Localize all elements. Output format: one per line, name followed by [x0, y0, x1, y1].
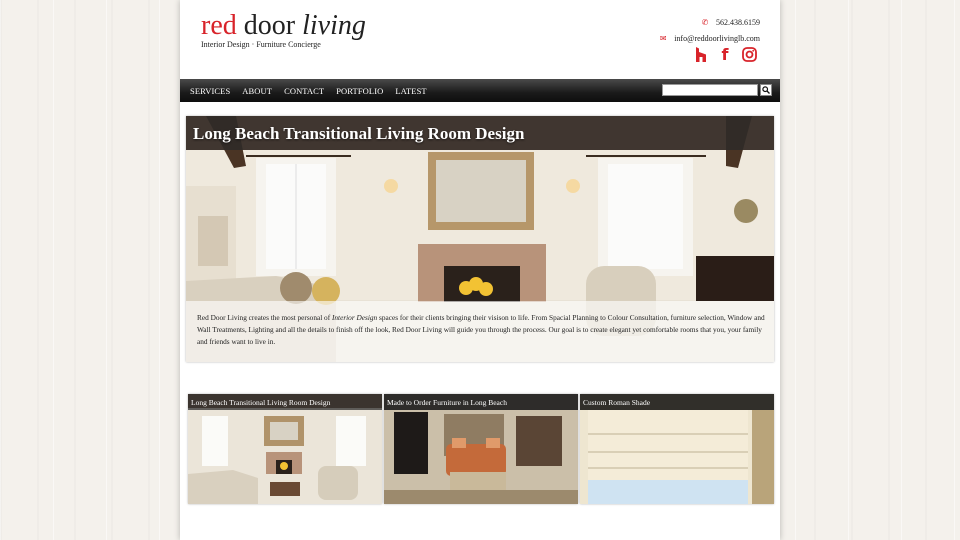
- thumbnail-image: [188, 394, 382, 504]
- thumbnail-title-bar: Custom Roman Shade: [580, 394, 774, 410]
- instagram-icon[interactable]: [741, 46, 757, 63]
- thumbnail-card[interactable]: Custom Roman Shade: [580, 394, 774, 504]
- phone-row[interactable]: ✆ 562.438.6159: [658, 17, 760, 33]
- search-button[interactable]: [760, 84, 772, 96]
- email-address: info@reddoorlivinglb.com: [674, 34, 760, 43]
- thumbnail-image: [384, 394, 578, 504]
- facebook-icon[interactable]: f: [717, 45, 733, 64]
- nav-item-latest[interactable]: LATEST: [395, 86, 426, 96]
- thumbnail-image: [580, 394, 774, 504]
- logo-word-living: living: [302, 10, 366, 41]
- phone-icon: ✆: [701, 18, 709, 27]
- houzz-icon[interactable]: [693, 46, 709, 63]
- logo-text: red door living: [201, 10, 366, 42]
- search-form: [662, 84, 772, 96]
- thumbnail-card[interactable]: Made to Order Furniture in Long Beach: [384, 394, 578, 504]
- hero-title-bar: Long Beach Transitional Living Room Desi…: [186, 116, 774, 150]
- hero-description-box: Red Door Living creates the most persona…: [186, 301, 774, 362]
- envelope-icon: ✉: [659, 34, 667, 43]
- thumbnail-title: Made to Order Furniture in Long Beach: [387, 398, 507, 407]
- hero-slide[interactable]: Long Beach Transitional Living Room Desi…: [186, 116, 774, 362]
- page-container: red door living Interior Design · Furnit…: [180, 0, 780, 540]
- thumbnail-title-bar: Made to Order Furniture in Long Beach: [384, 394, 578, 410]
- main-nav: SERVICES ABOUT CONTACT PORTFOLIO LATEST: [180, 79, 780, 102]
- search-icon: [762, 86, 770, 94]
- logo-word-door: door: [243, 10, 296, 41]
- nav-item-about[interactable]: ABOUT: [242, 86, 272, 96]
- hero-description-part-1: Red Door Living creates the most persona…: [197, 313, 332, 322]
- logo[interactable]: red door living Interior Design · Furnit…: [201, 10, 366, 49]
- thumbnail-title-bar: Long Beach Transitional Living Room Desi…: [188, 394, 382, 410]
- hero-description-emphasis: Interior Design: [331, 313, 378, 322]
- social-links: f: [693, 45, 757, 64]
- nav-menu: SERVICES ABOUT CONTACT PORTFOLIO LATEST: [190, 79, 427, 102]
- hero-title[interactable]: Long Beach Transitional Living Room Desi…: [193, 124, 524, 144]
- nav-item-services[interactable]: SERVICES: [190, 86, 230, 96]
- search-input[interactable]: [662, 84, 758, 96]
- thumbnail-title: Long Beach Transitional Living Room Desi…: [191, 398, 331, 407]
- thumbnail-card[interactable]: Long Beach Transitional Living Room Desi…: [188, 394, 382, 504]
- phone-number: 562.438.6159: [716, 18, 760, 27]
- nav-item-contact[interactable]: CONTACT: [284, 86, 324, 96]
- logo-word-red: red: [201, 10, 237, 41]
- nav-item-portfolio[interactable]: PORTFOLIO: [336, 86, 383, 96]
- hero-description: Red Door Living creates the most persona…: [197, 312, 767, 348]
- contact-info: ✆ 562.438.6159 ✉ info@reddoorlivinglb.com: [658, 17, 760, 49]
- thumbnail-title: Custom Roman Shade: [583, 398, 651, 407]
- featured-thumbnails: Long Beach Transitional Living Room Desi…: [188, 394, 774, 504]
